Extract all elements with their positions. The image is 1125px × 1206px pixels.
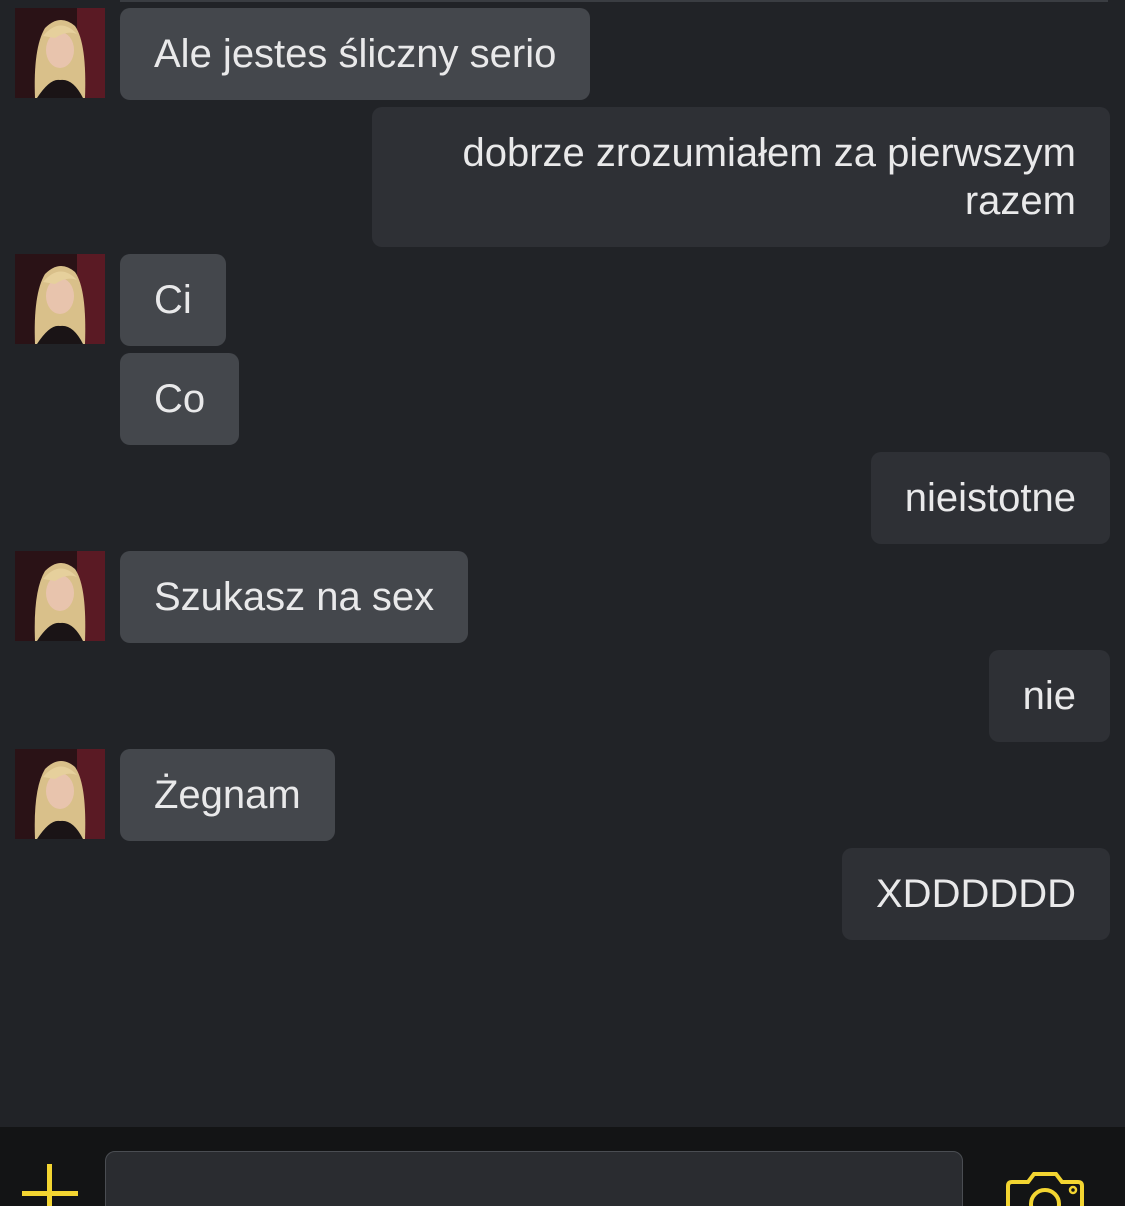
message-text: Szukasz na sex [154,575,435,619]
message-text: Co [154,377,206,421]
chat-screen: Ale jestes śliczny serio dobrze zrozumia… [0,0,1125,1206]
message-text: Żegnam [154,773,301,817]
outgoing-message-bubble[interactable]: nieistotne [870,452,1110,544]
message-text: nieistotne [904,476,1076,520]
contact-avatar[interactable] [15,551,105,641]
outgoing-message-bubble[interactable]: nie [988,650,1110,742]
message-text: Ci [154,278,192,322]
message-text: XDDDDDD [876,872,1076,916]
outgoing-message-bubble[interactable]: dobrze zrozumiałem za pierwszym razem [372,107,1110,247]
incoming-message-bubble[interactable]: Żegnam [120,749,335,841]
contact-avatar[interactable] [15,749,105,839]
message-input[interactable] [105,1151,963,1206]
contact-avatar[interactable] [15,8,105,98]
incoming-message-bubble[interactable]: Szukasz na sex [120,551,469,643]
incoming-message-bubble[interactable]: Co [120,353,240,445]
incoming-message-bubble[interactable]: Ci [120,254,226,346]
camera-icon[interactable] [1004,1170,1086,1206]
message-text: nie [1022,674,1076,718]
incoming-message-bubble[interactable]: Ale jestes śliczny serio [120,8,591,100]
message-text: dobrze zrozumiałem za pierwszym razem [462,131,1076,223]
composer-bar [0,1127,1125,1206]
previous-message-edge [120,0,1108,2]
outgoing-message-bubble[interactable]: XDDDDDD [842,848,1110,940]
message-text: Ale jestes śliczny serio [154,32,557,76]
plus-icon[interactable] [22,1164,78,1206]
contact-avatar[interactable] [15,254,105,344]
